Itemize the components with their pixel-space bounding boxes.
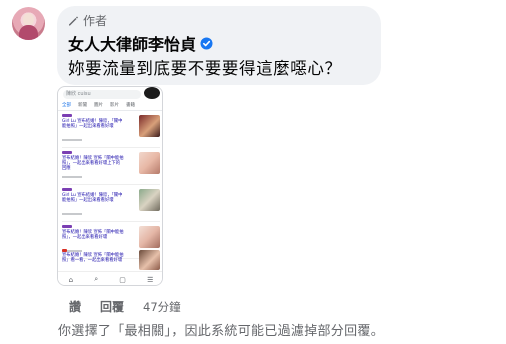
- filter-notice: 你選擇了「最相關」，因此系統可能已過濾掉部分回覆。: [58, 324, 385, 339]
- result-source-logo: [62, 225, 72, 228]
- comment-bubble: 作者 女人大律師李怡貞 妳要流量到底要不要要得這麼噁心？: [57, 6, 381, 85]
- result-meta: [62, 176, 82, 178]
- author-badge: 作者: [67, 12, 107, 29]
- screenshot-nav-item: ⌕: [94, 275, 99, 283]
- screenshot-nav-item: ⌂: [68, 275, 74, 284]
- avatar-body: [19, 25, 38, 40]
- screenshot-tab-divider: [58, 110, 162, 111]
- screenshot-tab: 圖片: [94, 103, 103, 108]
- result-source-logo: [62, 151, 72, 154]
- like-button[interactable]: 讚: [69, 298, 81, 315]
- screenshot-nav-item: ☰: [147, 275, 154, 284]
- result-source-logo: [62, 249, 67, 252]
- result-thumbnail: [139, 152, 160, 174]
- commenter-avatar[interactable]: [12, 7, 45, 40]
- result-source-logo: [62, 114, 72, 117]
- screenshot-search-bar: 陳欣 cuisu: [63, 90, 141, 99]
- screenshot-nav-item: ▢: [119, 275, 126, 284]
- result-title: 宣布結婚！陳欣 宣佈「關中能拍照」，一起出來看看好壞: [62, 230, 124, 241]
- result-thumbnail: [139, 189, 160, 211]
- pencil-icon: [69, 16, 78, 25]
- result-meta: [62, 213, 82, 215]
- screenshot-tab: 影片: [110, 103, 119, 108]
- comment-timestamp[interactable]: 47分鐘: [143, 299, 181, 315]
- result-thumbnail: [139, 250, 160, 270]
- screenshot-camera-notch: [144, 87, 160, 99]
- result-title: Girl Lu 宣布結婚！陳欣，「關中能拍照」一起出來看看好壞: [62, 119, 123, 130]
- screenshot-tab: 書籍: [126, 103, 135, 108]
- screenshot-result: 宣布結婚！陳欣 宣佈「關中能拍照」，一起出來看看好壞上下的回應: [62, 150, 160, 185]
- screenshot-result: Girl Lu 宣布結婚！陳欣，「關中能拍照」一起出來看看好壞: [62, 113, 160, 148]
- result-title: 宣布結婚！陳欣 宣佈「關中能拍照」，一起出來看看好壞上下的回應: [62, 156, 124, 172]
- screenshot-result: Girl Lu 宣布結婚！陳欣，「關中能拍照」一起出來看看好壞: [62, 187, 160, 222]
- result-title: Girl Lu 宣布結婚！陳欣，「關中能拍照」一起出來看看好壞: [62, 193, 123, 204]
- result-meta: [62, 139, 82, 141]
- screenshot-tabs: 全部 新聞 圖片 影片 書籍: [62, 102, 135, 108]
- result-title: 宣布結婚！陳欣 宣佈「關中能拍照」看一看，一起出來看看好壞: [62, 253, 124, 264]
- comment-actions: 讚 回覆 47分鐘: [69, 298, 181, 315]
- attached-screenshot[interactable]: 陳欣 cuisu 全部 新聞 圖片 影片 書籍 Girl Lu 宣布結婚！陳欣，…: [57, 86, 163, 286]
- result-source-logo: [62, 188, 72, 191]
- result-thumbnail: [139, 115, 160, 137]
- verified-badge-icon: [200, 37, 213, 49]
- reply-button[interactable]: 回覆: [100, 298, 124, 315]
- commenter-name[interactable]: 女人大律師李怡貞: [68, 31, 196, 55]
- screenshot-nav-bar: ⌂ ⌕ ▢ ☰: [58, 271, 162, 285]
- author-badge-label: 作者: [83, 14, 108, 28]
- screenshot-tab: 新聞: [78, 103, 87, 108]
- comment-text: 妳要流量到底要不要要得這麼噁心？: [68, 59, 342, 78]
- screenshot-tab: 全部: [62, 103, 71, 108]
